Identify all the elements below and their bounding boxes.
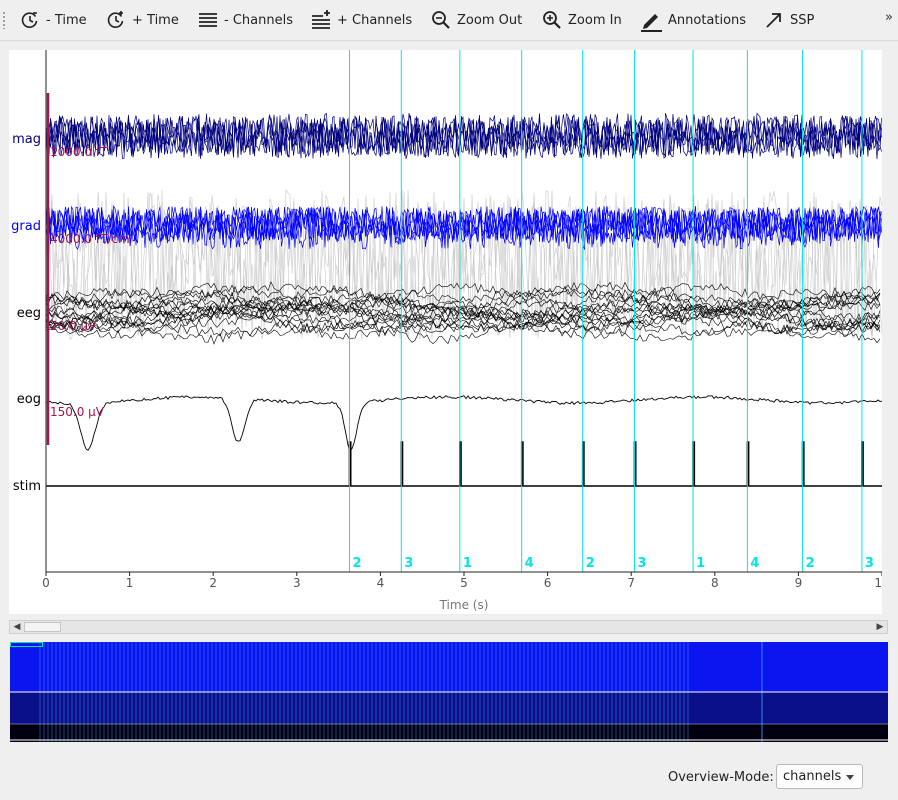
x-tick-label: 4 <box>377 576 385 590</box>
channels-plus-label: + Channels <box>337 12 413 28</box>
event-id-label: 1 <box>696 556 705 571</box>
stim-trace <box>46 441 882 487</box>
event-id-label: 3 <box>638 556 647 571</box>
x-tick-label: 7 <box>627 576 635 590</box>
annotations-label: Annotations <box>668 12 747 28</box>
chevron-down-icon <box>846 775 854 780</box>
ssp-label: SSP <box>790 12 815 28</box>
zoom-out-label: Zoom Out <box>457 12 523 28</box>
time-minus-button[interactable]: - Time <box>20 0 87 40</box>
event-id-label: 3 <box>865 556 874 571</box>
time-plus-button[interactable]: + Time <box>106 0 179 40</box>
channel-label-stim[interactable]: stim <box>13 479 41 494</box>
channel-labels: mag grad eeg eog stim <box>11 132 41 494</box>
overview-band-meg <box>10 642 888 692</box>
time-minus-label: - Time <box>46 12 87 28</box>
channel-label-grad[interactable]: grad <box>11 219 41 234</box>
scroll-left-arrow-icon[interactable]: ◀ <box>10 621 24 633</box>
scale-label-eog: 150.0 µV <box>50 405 105 419</box>
x-tick-label: 2 <box>209 576 217 590</box>
toolbar-overflow-button[interactable]: » <box>885 10 893 25</box>
x-axis-label: Time (s) <box>439 598 489 612</box>
x-tick-label: 5 <box>460 576 468 590</box>
zoom-in-icon <box>543 11 561 29</box>
time-plus-label: + Time <box>132 12 179 28</box>
event-id-label: 3 <box>404 556 413 571</box>
x-tick-label: 9 <box>795 576 803 590</box>
event-id-label: 4 <box>750 556 759 571</box>
overview-mode-label: Overview-Mode: <box>668 770 774 785</box>
toolbar-grip[interactable] <box>2 11 6 29</box>
channel-label-eeg[interactable]: eeg <box>17 306 41 321</box>
ssp-button[interactable]: SSP <box>764 0 814 40</box>
x-axis-ticks: 0 1 2 3 4 5 6 7 8 9 10 <box>42 572 882 590</box>
channels-plus-button[interactable]: + Channels <box>311 0 412 40</box>
zoom-in-button[interactable]: Zoom In <box>542 0 622 40</box>
channels-minus-button[interactable]: - Channels <box>198 0 293 40</box>
channel-label-mag[interactable]: mag <box>12 132 41 147</box>
x-tick-label: 6 <box>544 576 552 590</box>
overview-mode-select[interactable]: channels <box>776 764 863 789</box>
signal-traces <box>46 112 882 487</box>
pencil-icon <box>641 14 662 32</box>
clock-plus-icon <box>107 11 124 28</box>
signal-plot[interactable]: mag grad eeg eog stim 2 3 1 4 2 3 1 4 2 3 1000.0 … <box>9 50 882 614</box>
x-tick-label: 3 <box>293 576 301 590</box>
eog-trace <box>46 395 882 452</box>
event-id-label: 2 <box>806 556 815 571</box>
overview-band-mid <box>10 692 888 724</box>
event-id-label: 1 <box>463 556 472 571</box>
channels-minus-label: - Channels <box>224 12 293 28</box>
overview-mode-value: channels <box>783 769 842 784</box>
scroll-right-arrow-icon[interactable]: ▶ <box>873 621 887 633</box>
overview-canvas[interactable] <box>10 642 888 742</box>
scale-label-grad: 4000.0 fT/cm <box>50 232 130 246</box>
channel-label-eog[interactable]: eog <box>17 392 41 407</box>
arrow-up-right-icon <box>766 13 781 28</box>
x-tick-label: 1 <box>126 576 134 590</box>
x-tick-label: 8 <box>711 576 719 590</box>
signal-plot-canvas[interactable]: mag grad eeg eog stim 2 3 1 4 2 3 1 4 2 3 1000.0 … <box>9 50 882 614</box>
lines-minus-icon <box>199 13 217 27</box>
event-id-label: 2 <box>352 556 361 571</box>
clock-minus-icon <box>21 12 38 28</box>
time-scrollbar-thumb[interactable] <box>24 622 61 632</box>
scale-label-mag: 1000.0 fT <box>50 145 108 159</box>
time-scrollbar[interactable]: ◀ ▶ <box>9 620 888 634</box>
x-tick-label: 10 <box>874 576 882 590</box>
event-id-label: 2 <box>586 556 595 571</box>
overview-band-eeg <box>10 724 888 742</box>
x-tick-label: 0 <box>42 576 50 590</box>
zoom-out-button[interactable]: Zoom Out <box>431 0 522 40</box>
scale-label-eeg: 20.0 µV <box>50 319 97 333</box>
overview-bar[interactable] <box>10 642 888 742</box>
zoom-in-label: Zoom In <box>568 12 622 28</box>
lines-plus-icon <box>312 10 330 29</box>
event-id-label: 4 <box>525 556 534 571</box>
annotations-button[interactable]: Annotations <box>640 0 746 40</box>
toolbar: - Time + Time - Channels + Channels Zoom… <box>0 0 898 41</box>
zoom-out-icon <box>432 11 450 29</box>
